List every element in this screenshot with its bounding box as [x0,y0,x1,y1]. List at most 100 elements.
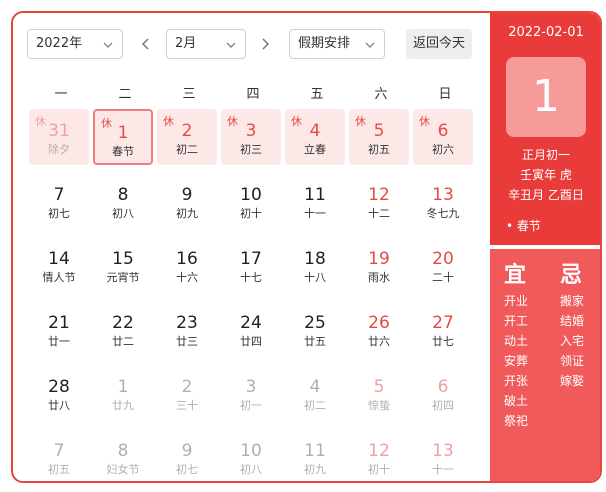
lunar-label: 初八 [240,463,262,476]
date-cell[interactable]: 19 雨水 [349,237,409,293]
holiday-select[interactable]: 假期安排 [289,29,385,59]
date-cell[interactable]: 9 初九 [157,173,217,229]
festival-label: • 春节 [506,219,541,233]
date-cell[interactable]: 13 冬七九 [413,173,473,229]
date-cell[interactable]: 4 初二 [285,365,345,421]
date-cell[interactable]: 休 31 除夕 [29,109,89,165]
date-cell[interactable]: 12 初十 [349,429,409,481]
chevron-down-icon [102,39,114,51]
date-number: 3 [245,377,257,397]
date-cell[interactable]: 休 6 初六 [413,109,473,165]
date-number: 10 [240,441,262,461]
date-cell[interactable]: 10 初十 [221,173,281,229]
lunar-label: 元宵节 [106,271,140,284]
date-cell[interactable]: 10 初八 [221,429,281,481]
date-cell[interactable]: 24 廿四 [221,301,281,357]
lunar-label: 初五 [368,143,390,156]
lunar-label: 廿二 [112,335,134,348]
toolbar: 2022年 2月 假期安排 返回今天 [13,13,490,73]
yi-item: 开工 [504,314,529,328]
date-cell[interactable]: 9 初七 [157,429,217,481]
date-cell[interactable]: 11 十一 [285,173,345,229]
back-to-today-button[interactable]: 返回今天 [406,29,472,59]
ji-item: 搬家 [560,294,585,308]
day-detail-top: 2022-02-01 1 正月初一 壬寅年 虎 辛丑月 乙酉日 • 春节 [490,13,600,245]
selected-date: 2022-02-01 [508,25,584,40]
date-number: 7 [53,185,65,205]
lunar-label: 十一 [432,463,454,476]
date-cell[interactable]: 11 初九 [285,429,345,481]
lunar-label: 廿七 [432,335,454,348]
weekday-label: 五 [310,87,324,102]
date-cell[interactable]: 22 廿二 [93,301,153,357]
date-cell[interactable]: 18 十八 [285,237,345,293]
lunar-label: 初三 [240,143,262,156]
date-cell[interactable]: 休 1 春节 [93,109,153,165]
date-cell[interactable]: 7 初五 [29,429,89,481]
date-number: 11 [304,441,326,461]
date-cell[interactable]: 3 初一 [221,365,281,421]
month-select[interactable]: 2月 [166,29,246,59]
date-cell[interactable]: 14 情人节 [29,237,89,293]
lunar-label: 惊蛰 [368,399,390,412]
calendar-widget: 2022年 2月 假期安排 返回今天 一二三四五六日 休 31 除夕休 1 春节休 2 初二… [11,11,602,483]
date-cell[interactable]: 25 廿五 [285,301,345,357]
date-cell[interactable]: 17 十七 [221,237,281,293]
date-cell[interactable]: 休 5 初五 [349,109,409,165]
date-cell[interactable]: 8 初八 [93,173,153,229]
next-month-button[interactable] [258,29,278,59]
lunar-label: 二十 [432,271,454,284]
holiday-select-label: 假期安排 [298,36,351,51]
yi-item: 安葬 [504,354,529,368]
date-cell[interactable]: 21 廿一 [29,301,89,357]
ji-item: 入宅 [560,334,585,348]
date-cell[interactable]: 休 4 立春 [285,109,345,165]
lunar-month-day: 辛丑月 乙酉日 [508,188,584,202]
lunar-label: 情人节 [42,271,76,284]
date-number: 9 [181,185,193,205]
lunar-year: 壬寅年 虎 [520,168,572,182]
date-cell[interactable]: 7 初七 [29,173,89,229]
date-cell[interactable]: 2 三十 [157,365,217,421]
date-number: 27 [432,313,454,333]
date-cell[interactable]: 28 廿八 [29,365,89,421]
date-cell[interactable]: 16 十六 [157,237,217,293]
date-cell[interactable]: 1 廿九 [93,365,153,421]
date-cell[interactable]: 5 惊蛰 [349,365,409,421]
almanac: 宜 忌 开业 开工 动土 安葬 开张 破土 祭祀 搬家 结婚 入宅 领证 嫁娶 [490,249,600,481]
lunar-info: 正月初一 壬寅年 虎 辛丑月 乙酉日 [490,145,600,205]
date-cell[interactable]: 休 2 初二 [157,109,217,165]
date-cell[interactable]: 8 妇女节 [93,429,153,481]
lunar-label: 廿八 [48,399,70,412]
date-cell[interactable]: 26 廿六 [349,301,409,357]
date-number: 1 [117,123,129,143]
year-select[interactable]: 2022年 [27,29,123,59]
date-cell[interactable]: 休 3 初三 [221,109,281,165]
lunar-label: 初九 [176,207,198,220]
date-cell[interactable]: 23 廿三 [157,301,217,357]
date-cell[interactable]: 27 廿七 [413,301,473,357]
lunar-label: 廿五 [304,335,326,348]
lunar-label: 廿三 [176,335,198,348]
date-cell[interactable]: 6 初四 [413,365,473,421]
lunar-label: 十一 [304,207,326,220]
selected-day-number: 1 [506,57,586,137]
lunar-label: 十八 [304,271,326,284]
yi-list: 开业 开工 动土 安葬 开张 破土 祭祀 [504,291,528,431]
date-number: 4 [309,377,321,397]
date-cell[interactable]: 13 十一 [413,429,473,481]
lunar-label: 初十 [368,463,390,476]
date-number: 10 [240,185,262,205]
chevron-down-icon [364,39,376,51]
ji-item: 结婚 [560,314,585,328]
prev-month-button[interactable] [139,29,159,59]
date-cell[interactable]: 12 十二 [349,173,409,229]
lunar-label: 廿一 [48,335,70,348]
month-select-label: 2月 [175,36,197,51]
lunar-label: 除夕 [48,143,70,156]
date-cell[interactable]: 15 元宵节 [93,237,153,293]
date-cell[interactable]: 20 二十 [413,237,473,293]
date-number: 26 [368,313,390,333]
date-number: 25 [304,313,326,333]
weekday-header: 一二三四五六日 [29,83,477,102]
